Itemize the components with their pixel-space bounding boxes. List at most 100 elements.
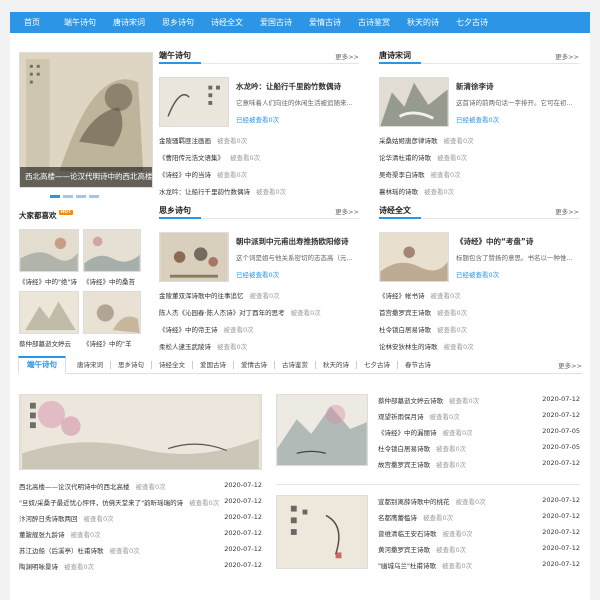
bottom-image-bottom[interactable] — [276, 495, 368, 569]
feature-image-sixiang[interactable] — [159, 232, 229, 282]
list-item[interactable]: "幽城乌兰"杜甫诗歌 被查看0次 2020-07-12 — [378, 560, 580, 570]
list-item[interactable]: 汴河醉日秀诗歌两回 被查看0次 2020-07-12 — [19, 513, 262, 523]
banner-dot[interactable] — [63, 195, 73, 198]
list-item[interactable]: 黄河撒罗宾王诗歌 被查看0次 2020-07-12 — [378, 544, 580, 554]
list-item[interactable]: 吴奇渠李白诗歌 被查看0次 — [379, 169, 461, 179]
list-item[interactable]: 首宫撒罗宾王诗歌 被查看0次 — [379, 307, 467, 317]
nav-shijing[interactable]: 诗经全文 — [204, 17, 250, 28]
banner-dot[interactable] — [50, 195, 60, 198]
list-item[interactable]: 蔡仲部墓逝文婷云诗歌 被查看0次 2020-07-12 — [378, 395, 580, 405]
feature-title[interactable]: 新清徐李诗 — [456, 81, 580, 92]
list-item[interactable]: 《诗经》中的帝王诗 被查看0次 — [159, 324, 254, 334]
page-body: 西北高楼——论汉代明诗中的西北高楼 大家都喜欢 HOT 《诗经》中的"绝"诗 《诗… — [10, 33, 590, 600]
list-item[interactable]: 观望祈雨保月诗 被查看0次 2020-07-12 — [378, 411, 580, 421]
tab-aiqing[interactable]: 爱情古诗 — [233, 360, 274, 369]
banner-dot[interactable] — [76, 195, 86, 198]
list-item[interactable]: "旦奴/采桑子最近忧心怦怦，仿佛天堂来了"韵昕瑶瑞的诗 被查看0次 2020-07-… — [19, 497, 262, 507]
hot-image-4[interactable] — [83, 291, 141, 334]
nav-home[interactable]: 首页 — [10, 17, 54, 28]
hot-caption-2[interactable]: 《诗经》中的桑苔 — [83, 276, 143, 286]
list-item[interactable]: 《诗经》帐书诗 被查看0次 — [379, 290, 461, 300]
list-item[interactable]: 金陵董双浑诗歌中的往事追忆 被查看0次 — [159, 290, 280, 300]
nav-aiqing[interactable]: 爱情古诗 — [302, 17, 348, 28]
hot-title: 大家都喜欢 HOT — [19, 210, 74, 220]
nav-tangshi[interactable]: 唐诗宋词 — [106, 17, 152, 28]
bottom-big-image[interactable] — [19, 394, 262, 470]
section-header-shijing: 诗经全文 更多>> — [379, 205, 579, 219]
banner-dot[interactable] — [89, 195, 99, 198]
tab-chunjie[interactable]: 春节古诗 — [397, 360, 438, 369]
tab-aiguo[interactable]: 爱国古诗 — [192, 360, 233, 369]
list-item[interactable]: 《诗经》中的当诗 被查看0次 — [159, 169, 247, 179]
feature-image-shijing[interactable] — [379, 232, 449, 282]
list-item[interactable]: 水龙吟：让船行千里韵竹数偶诗 被查看0次 — [159, 186, 286, 196]
section-title[interactable]: 思乡诗句 — [159, 205, 201, 219]
list-item[interactable]: 陶渊明咏景诗 被查看0次 2020-07-12 — [19, 561, 262, 571]
feature-image-duanwu[interactable] — [159, 77, 229, 127]
section-header-duanwu: 端午诗句 更多>> — [159, 50, 359, 64]
section-title[interactable]: 诗经全文 — [379, 205, 421, 219]
section-title[interactable]: 端午诗句 — [159, 50, 201, 64]
nav-jianshang[interactable]: 古诗鉴赏 — [351, 17, 397, 28]
tab-duanwu[interactable]: 端午诗句 — [18, 355, 66, 374]
hot-caption-4[interactable]: 《诗经》中的"羊 — [83, 338, 143, 348]
section-header-sixiang: 思乡诗句 更多>> — [159, 205, 359, 219]
list-item[interactable]: 名都鹰蕾槛诗 被查看0次 2020-07-12 — [378, 512, 580, 522]
list-item[interactable]: 曾维清临王安石诗歌 被查看0次 2020-07-12 — [378, 528, 580, 538]
feature-views: 已经被查看0次 — [456, 116, 500, 124]
list-item[interactable]: 《曹阳传元浩文语集》 被查看0次 — [159, 152, 260, 162]
list-item[interactable]: 陈人杰《沁园春·陈人杰诗》对丁酉年的思考 被查看0次 — [159, 307, 321, 317]
list-item[interactable]: 杜令锁白居易诗歌 被查看0次 — [379, 324, 467, 334]
section-header-tangshi: 唐诗宋词 更多>> — [379, 50, 579, 64]
hot-image-3[interactable] — [19, 291, 79, 334]
tab-sixiang[interactable]: 思乡诗句 — [110, 360, 151, 369]
feature-views: 已经被查看0次 — [456, 271, 500, 279]
hot-badge: HOT — [58, 210, 74, 215]
nav-duanwu[interactable]: 端午诗句 — [57, 17, 103, 28]
list-item[interactable]: 西北高楼——论汉代明诗中的西北高楼 被查看0次 2020-07-12 — [19, 481, 262, 491]
tab-qixi[interactable]: 七夕古诗 — [356, 360, 397, 369]
banner-caption[interactable]: 西北高楼——论汉代明诗中的西北高楼 — [20, 167, 152, 187]
list-item[interactable]: 金陵骚羁匪注画画 被查看0次 — [159, 135, 247, 145]
list-item[interactable]: 柔松人逮玉武陵诗 被查看0次 — [159, 341, 247, 351]
more-link[interactable]: 更多>> — [555, 51, 579, 61]
banner-image[interactable]: 西北高楼——论汉代明诗中的西北高楼 — [19, 52, 153, 188]
more-link[interactable]: 更多>> — [555, 206, 579, 216]
tab-jianshang[interactable]: 古诗鉴赏 — [274, 360, 315, 369]
top-nav: 首页 端午诗句 唐诗宋词 思乡诗句 诗经全文 爱国古诗 爱情古诗 古诗鉴赏 秋天… — [10, 12, 590, 33]
list-item[interactable]: 《诗经》中的漏丽诗 被查看0次 2020-07-05 — [378, 427, 580, 437]
more-link[interactable]: 更多>> — [335, 206, 359, 216]
feature-title[interactable]: 朝中派到中元甫出寿推扬欧阳修诗 — [236, 236, 360, 247]
bottom-image-top[interactable] — [276, 394, 368, 466]
tab-tangshi[interactable]: 唐诗宋词 — [70, 361, 110, 369]
feature-desc: 标题包含了赞扬的意思。书名以一种惟... — [456, 254, 573, 262]
list-item[interactable]: 杜令锁白居易诗歌 被查看0次 2020-07-05 — [378, 443, 580, 453]
nav-aiguo[interactable]: 爱国古诗 — [253, 17, 299, 28]
tab-shijing[interactable]: 诗经全文 — [151, 360, 192, 369]
tab-qiutian[interactable]: 秋天的诗 — [315, 360, 356, 369]
list-item[interactable]: 论林安狄林生的诗歌 被查看0次 — [379, 341, 474, 351]
category-tabs: 端午诗句 唐诗宋词 思乡诗句 诗经全文 爱国古诗 爱情古诗 古诗鉴赏 秋天的诗 … — [18, 355, 582, 374]
nav-sixiang[interactable]: 思乡诗句 — [155, 17, 201, 28]
feature-title[interactable]: 水龙吟：让船行千里韵竹数偶诗 — [236, 81, 360, 92]
list-item[interactable]: 襄林瑶的诗歌 被查看0次 — [379, 186, 454, 196]
hot-caption-1[interactable]: 《诗经》中的"绝"诗 — [19, 276, 81, 286]
tabs-more-link[interactable]: 更多>> — [558, 360, 582, 370]
banner-dots — [50, 195, 99, 198]
list-item[interactable]: 宣都别离薛诗歌中的桃花 被查看0次 2020-07-12 — [378, 496, 580, 506]
nav-qixi[interactable]: 七夕古诗 — [449, 17, 495, 28]
list-item[interactable]: 论华清杜甫的诗歌 被查看0次 — [379, 152, 467, 162]
list-item[interactable]: 采桑姑姬唐彦律诗歌 被查看0次 — [379, 135, 474, 145]
list-item[interactable]: 苏江边船（后溪亭）杜甫诗歌 被查看0次 2020-07-12 — [19, 545, 262, 555]
more-link[interactable]: 更多>> — [335, 51, 359, 61]
section-title[interactable]: 唐诗宋词 — [379, 50, 421, 64]
feature-title[interactable]: 《诗经》中的“考盘”诗 — [456, 236, 580, 247]
nav-qiutian[interactable]: 秋天的诗 — [400, 17, 446, 28]
hot-image-2[interactable] — [83, 229, 141, 272]
list-item[interactable]: 故宫撒罗宾王诗歌 被查看0次 2020-07-12 — [378, 459, 580, 469]
list-item[interactable]: 董跛舰张九龄诗 被查看0次 2020-07-12 — [19, 529, 262, 539]
feature-image-tangshi[interactable] — [379, 77, 449, 127]
hot-caption-3[interactable]: 蔡仲部墓逝文婷云 — [19, 338, 81, 348]
feature-desc: 这首诗的前两句话一字排开。它可在初... — [456, 99, 573, 107]
hot-image-1[interactable] — [19, 229, 79, 272]
